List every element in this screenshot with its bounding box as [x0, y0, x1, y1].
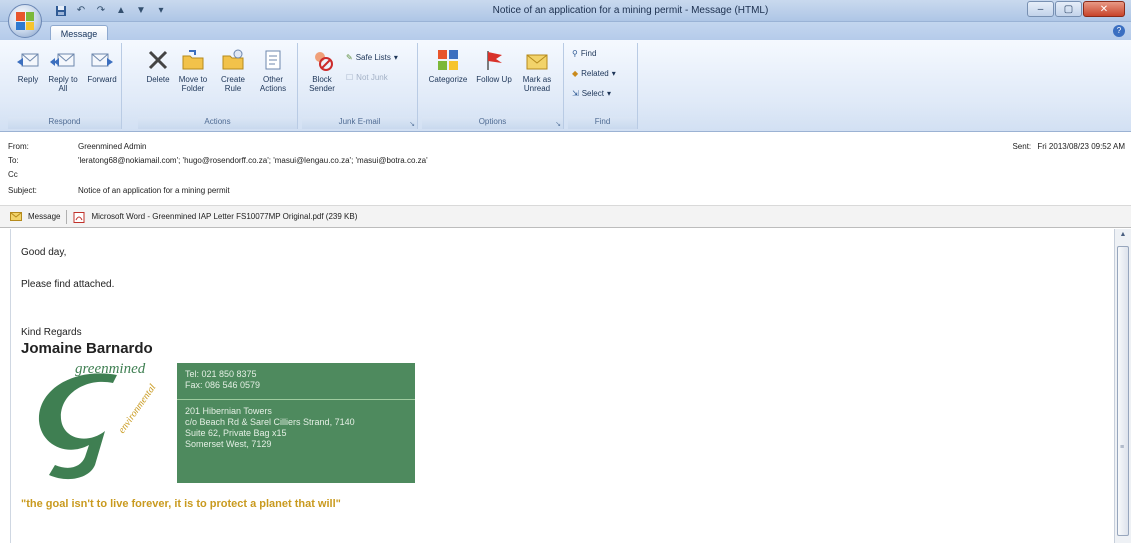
greeting-text: Good day, [21, 247, 67, 258]
message-header: From: Greenmined Admin To: 'leratong68@n… [0, 132, 1131, 206]
mark-as-unread-button[interactable]: Mark as Unread [518, 49, 556, 93]
greenmined-logo: greenmined environmental [25, 361, 173, 491]
address-line-4: Somerset West, 7129 [185, 439, 272, 449]
delete-button[interactable]: Delete [142, 49, 174, 84]
address-line-2: c/o Beach Rd & Sarel Cilliers Strand, 71… [185, 417, 355, 427]
tel-text: Tel: 021 850 8375 [185, 369, 257, 379]
message-attachment-tab[interactable]: Message [28, 212, 60, 221]
respond-group-label: Respond [8, 117, 121, 129]
ribbon-group-respond: Reply Reply to All Forward Respond [8, 43, 122, 129]
actions-group-label: Actions [138, 117, 297, 129]
fax-text: Fax: 086 546 0579 [185, 380, 261, 390]
attachment-divider [66, 209, 68, 224]
scroll-grip-icon: ≡ [1120, 444, 1125, 451]
delete-icon [145, 49, 171, 71]
block-sender-icon [309, 49, 335, 71]
slogan-text: "the goal isn't to live forever, it is t… [21, 498, 341, 510]
from-value[interactable]: Greenmined Admin [78, 142, 146, 151]
forward-button[interactable]: Forward [84, 49, 120, 84]
categorize-button[interactable]: Categorize [426, 49, 470, 84]
sent-info: Sent: Fri 2013/08/23 09:52 AM [1012, 142, 1125, 151]
reply-all-button[interactable]: Reply to All [48, 49, 78, 93]
contact-box: Tel: 021 850 8375 Fax: 086 546 0579 201 … [177, 363, 415, 483]
sent-value: Fri 2013/08/23 09:52 AM [1037, 142, 1125, 151]
attachments-bar: Message Microsoft Word - Greenmined IAP … [0, 206, 1131, 228]
safe-lists-icon: ✎ [346, 53, 353, 62]
scroll-thumb[interactable] [1117, 246, 1129, 536]
envelope-icon [10, 212, 22, 221]
ribbon-group-junk-email: Block Sender ✎ Safe Lists ▾ ☐ Not Junk J… [302, 43, 418, 129]
select-button[interactable]: ⇲ Select ▾ [572, 89, 611, 98]
dialog-launcher-icon[interactable]: ↘ [409, 120, 415, 128]
not-junk-icon: ☐ [346, 73, 354, 82]
office-logo-icon [16, 12, 34, 30]
vertical-scrollbar[interactable]: ▲ ≡ [1114, 229, 1131, 543]
ribbon-group-find: ⚲ Find ◆ Related ▾ ⇲ Select ▾ Find [568, 43, 638, 129]
contact-divider [177, 399, 415, 400]
signature-name: Jomaine Barnardo [21, 340, 153, 357]
binoculars-icon: ⚲ [572, 49, 578, 58]
junk-email-group-label: Junk E-mail [302, 117, 417, 129]
logo-text-top: greenmined [75, 361, 146, 377]
regards-text: Kind Regards [21, 327, 82, 338]
ribbon-tab-row: Message ? [0, 22, 1131, 41]
move-to-folder-button[interactable]: Move to Folder [176, 49, 210, 93]
pdf-icon [73, 212, 85, 223]
tab-message[interactable]: Message [50, 25, 108, 41]
block-sender-button[interactable]: Block Sender [306, 49, 338, 93]
maximize-button[interactable]: ▢ [1055, 1, 1082, 17]
ribbon-group-options: Categorize Follow Up Mark as Unread Opti… [422, 43, 564, 129]
scroll-up-arrow-icon[interactable]: ▲ [1117, 231, 1129, 243]
reply-button[interactable]: Reply [12, 49, 44, 84]
message-body: Good day, Please find attached. Kind Reg… [10, 229, 1114, 543]
unread-envelope-icon [524, 49, 550, 71]
address-line-1: 201 Hibernian Towers [185, 406, 272, 416]
find-group-label: Find [568, 117, 637, 129]
follow-up-button[interactable]: Follow Up [476, 49, 512, 84]
greenmined-logo-graphic [38, 373, 118, 480]
to-label: To: [8, 156, 19, 165]
chevron-down-icon: ▾ [393, 53, 398, 62]
create-rule-button[interactable]: Create Rule [218, 49, 248, 93]
body-line: Please find attached. [21, 279, 115, 290]
other-actions-button[interactable]: Other Actions [254, 49, 292, 93]
address-line-3: Suite 62, Private Bag x15 [185, 428, 287, 438]
subject-label: Subject: [8, 186, 37, 195]
window-controls: – ▢ ✕ [1027, 1, 1125, 17]
title-bar: ↶ ↷ ▲ ▼ ▾ Notice of an application for a… [0, 0, 1131, 22]
chevron-down-icon: ▾ [611, 69, 616, 78]
dialog-launcher-icon[interactable]: ↘ [555, 120, 561, 128]
other-actions-icon [260, 49, 286, 71]
pdf-attachment[interactable]: Microsoft Word - Greenmined IAP Letter F… [91, 212, 357, 221]
close-button[interactable]: ✕ [1083, 1, 1125, 17]
safe-lists-button[interactable]: ✎ Safe Lists ▾ [346, 53, 398, 62]
reply-icon [15, 49, 41, 71]
move-to-folder-icon [180, 49, 206, 71]
help-icon[interactable]: ? [1113, 25, 1125, 37]
from-label: From: [8, 142, 29, 151]
create-rule-icon [220, 49, 246, 71]
not-junk-button[interactable]: ☐ Not Junk [346, 73, 388, 82]
window-title: Notice of an application for a mining pe… [492, 5, 769, 16]
reply-all-icon [50, 49, 76, 71]
related-icon: ◆ [572, 69, 579, 78]
find-button[interactable]: ⚲ Find [572, 49, 596, 58]
forward-icon [89, 49, 115, 71]
related-button[interactable]: ◆ Related ▾ [572, 69, 616, 78]
subject-value: Notice of an application for a mining pe… [78, 186, 230, 195]
ribbon: Reply Reply to All Forward Respond Delet… [0, 40, 1131, 132]
chevron-down-icon: ▾ [606, 89, 611, 98]
sent-label: Sent: [1012, 142, 1032, 151]
minimize-button[interactable]: – [1027, 1, 1054, 17]
flag-icon [481, 49, 507, 71]
options-group-label: Options [422, 117, 563, 129]
to-value[interactable]: 'leratong68@nokiamail.com'; 'hugo@rosend… [78, 156, 428, 165]
select-icon: ⇲ [572, 89, 579, 98]
ribbon-group-actions: Delete Move to Folder Create Rule Other … [138, 43, 298, 129]
cc-label: Cc [8, 170, 18, 179]
categorize-icon [435, 49, 461, 71]
office-button[interactable] [8, 4, 42, 38]
